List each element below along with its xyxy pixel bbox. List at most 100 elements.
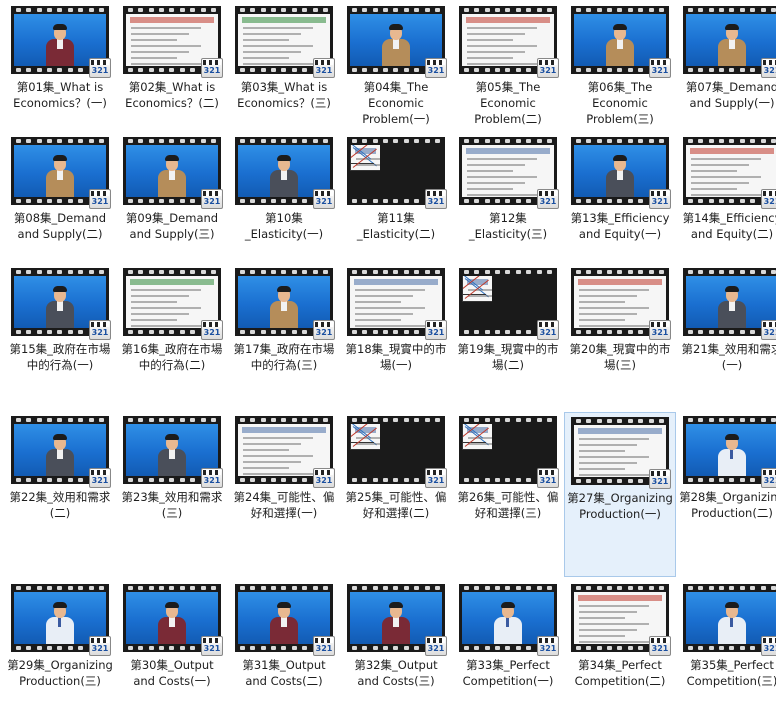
video-file-item[interactable]: 321 第01集_What is Economics？(一)	[4, 2, 116, 132]
video-file-item[interactable]: 321 第26集_可能性、偏好和選擇(三)	[452, 412, 564, 577]
video-file-item[interactable]: 321 第06集_The Economic Problem(三)	[564, 2, 676, 132]
clapperboard-icon-text: 321	[651, 197, 669, 206]
video-file-item[interactable]: 321 第10集_Elasticity(一)	[228, 133, 340, 263]
video-file-item[interactable]: 321 第14集_Efficiency and Equity(二)	[676, 133, 776, 263]
clapperboard-icon: 321	[425, 58, 447, 78]
lecturer-figure	[43, 432, 77, 476]
clapperboard-icon: 321	[761, 58, 776, 78]
slide-text-line	[243, 473, 313, 475]
clapperboard-icon: 321	[313, 189, 335, 209]
video-file-item[interactable]: 321 第09集_Demand and Supply(三)	[116, 133, 228, 263]
clapperboard-icon: 321	[201, 58, 223, 78]
slide-text-line	[243, 57, 289, 59]
clapperboard-icon: 321	[649, 469, 671, 489]
video-thumbnail: 321	[235, 137, 335, 209]
file-name-label: 第01集_What is Economics？(一)	[13, 80, 107, 110]
file-name-label: 第32集_Output and Costs(三)	[354, 658, 438, 688]
file-name-label: 第18集_現實中的市場(一)	[345, 342, 447, 372]
slide-text-line	[579, 295, 637, 297]
slide-text-line	[467, 27, 537, 29]
slide-text-line	[467, 194, 537, 196]
clapperboard-icon-text: 321	[539, 197, 557, 206]
video-thumbnail: 321	[11, 6, 111, 78]
clapperboard-icon: 321	[761, 320, 776, 340]
video-file-item[interactable]: 321 第16集_政府在市場中的行為(二)	[116, 264, 228, 409]
slide-text-line	[579, 456, 649, 458]
slide-text-line	[131, 307, 201, 309]
lecturer-figure	[43, 22, 77, 66]
clapperboard-icon-text: 321	[539, 328, 557, 337]
video-file-item[interactable]: 321 第07集_Demand and Supply(一)	[676, 2, 776, 132]
video-file-item[interactable]: 321 第12集_Elasticity(三)	[452, 133, 564, 263]
clapperboard-icon: 321	[649, 58, 671, 78]
slide-text-line	[356, 164, 380, 166]
clapperboard-icon: 321	[537, 636, 559, 656]
video-file-item[interactable]: 321 第27集_Organizing Production(一)	[564, 412, 676, 577]
file-name-label: 第09集_Demand and Supply(三)	[125, 211, 219, 241]
clapperboard-icon: 321	[89, 189, 111, 209]
video-thumbnail: 321	[459, 137, 559, 209]
video-file-item[interactable]: 321 第34集_Perfect Competition(二)	[564, 580, 676, 710]
video-thumbnail: 321	[459, 584, 559, 656]
lecturer-figure	[43, 153, 77, 197]
slide-text-line	[243, 461, 301, 463]
video-file-item[interactable]: 321 第32集_Output and Costs(三)	[340, 580, 452, 710]
video-file-item[interactable]: 321 第21集_效用和需求(一)	[676, 264, 776, 409]
clapperboard-icon: 321	[201, 468, 223, 488]
clapperboard-icon-text: 321	[315, 197, 333, 206]
slide-text-line	[131, 39, 177, 41]
video-file-item[interactable]: 321 第08集_Demand and Supply(二)	[4, 133, 116, 263]
slide-text-line	[467, 39, 513, 41]
slide-text-line	[243, 63, 313, 65]
video-file-item[interactable]: 321 第24集_可能性、偏好和選擇(一)	[228, 412, 340, 577]
video-thumbnail: 321	[11, 584, 111, 656]
video-file-item[interactable]: 321 第11集_Elasticity(二)	[340, 133, 452, 263]
video-file-item[interactable]: 321 第29集_Organizing Production(三)	[4, 580, 116, 710]
file-name-label: 第14集_Efficiency and Equity(二)	[682, 211, 776, 241]
slide-text-line	[243, 45, 313, 47]
clapperboard-icon-text: 321	[539, 644, 557, 653]
clapperboard-icon-text: 321	[203, 476, 221, 485]
lecturer-figure	[715, 432, 749, 476]
slide-text-line	[356, 170, 380, 171]
slide-text-line	[131, 295, 189, 297]
video-file-item[interactable]: 321 第30集_Output and Costs(一)	[116, 580, 228, 710]
video-file-item[interactable]: 321 第05集_The Economic Problem(二)	[452, 2, 564, 132]
video-file-item[interactable]: 321 第33集_Perfect Competition(一)	[452, 580, 564, 710]
video-file-item[interactable]: 321 第13集_Efficiency and Equity(一)	[564, 133, 676, 263]
video-file-item[interactable]: 321 第15集_政府在市場中的行為(一)	[4, 264, 116, 409]
slide-frame	[462, 276, 492, 302]
video-file-item[interactable]: 321 第18集_現實中的市場(一)	[340, 264, 452, 409]
video-file-item[interactable]: 321 第23集_效用和需求(三)	[116, 412, 228, 577]
clapperboard-icon: 321	[313, 58, 335, 78]
video-thumbnail: 321	[235, 6, 335, 78]
video-file-item[interactable]: 321 第28集_Organizing Production(二)	[676, 412, 776, 577]
video-file-item[interactable]: 321 第03集_What is Economics？(三)	[228, 2, 340, 132]
video-file-item[interactable]: 321 第17集_政府在市場中的行為(三)	[228, 264, 340, 409]
slide-text-line	[579, 474, 649, 476]
video-file-item[interactable]: 321 第04集_The Economic Problem(一)	[340, 2, 452, 132]
video-file-item[interactable]: 321 第31集_Output and Costs(二)	[228, 580, 340, 710]
video-file-item[interactable]: 321 第20集_現實中的市場(三)	[564, 264, 676, 409]
slide-frame	[350, 145, 380, 171]
video-file-item[interactable]: 321 第25集_可能性、偏好和選擇(二)	[340, 412, 452, 577]
video-file-item[interactable]: 321 第19集_現實中的市場(二)	[452, 264, 564, 409]
file-name-label: 第33集_Perfect Competition(一)	[462, 658, 554, 688]
slide-text-line	[467, 176, 537, 178]
slide-text-line	[579, 611, 637, 613]
slide-title-bar	[130, 17, 214, 23]
lecturer-figure	[267, 600, 301, 644]
video-thumbnail: 321	[347, 268, 447, 340]
video-thumbnail: 321	[123, 268, 223, 340]
clapperboard-icon-text: 321	[651, 644, 669, 653]
clapperboard-icon-text: 321	[315, 328, 333, 337]
lecturer-figure	[267, 153, 301, 197]
slide-text-line	[243, 443, 301, 445]
video-file-item[interactable]: 321 第35集_Perfect Competition(三)	[676, 580, 776, 710]
video-file-item[interactable]: 321 第02集_What is Economics？(二)	[116, 2, 228, 132]
video-file-item[interactable]: 321 第22集_效用和需求(二)	[4, 412, 116, 577]
video-thumbnail: 321	[571, 417, 671, 489]
file-name-label: 第12集_Elasticity(三)	[468, 211, 548, 241]
slide-text-line	[467, 164, 525, 166]
file-name-label: 第05集_The Economic Problem(二)	[474, 80, 542, 126]
